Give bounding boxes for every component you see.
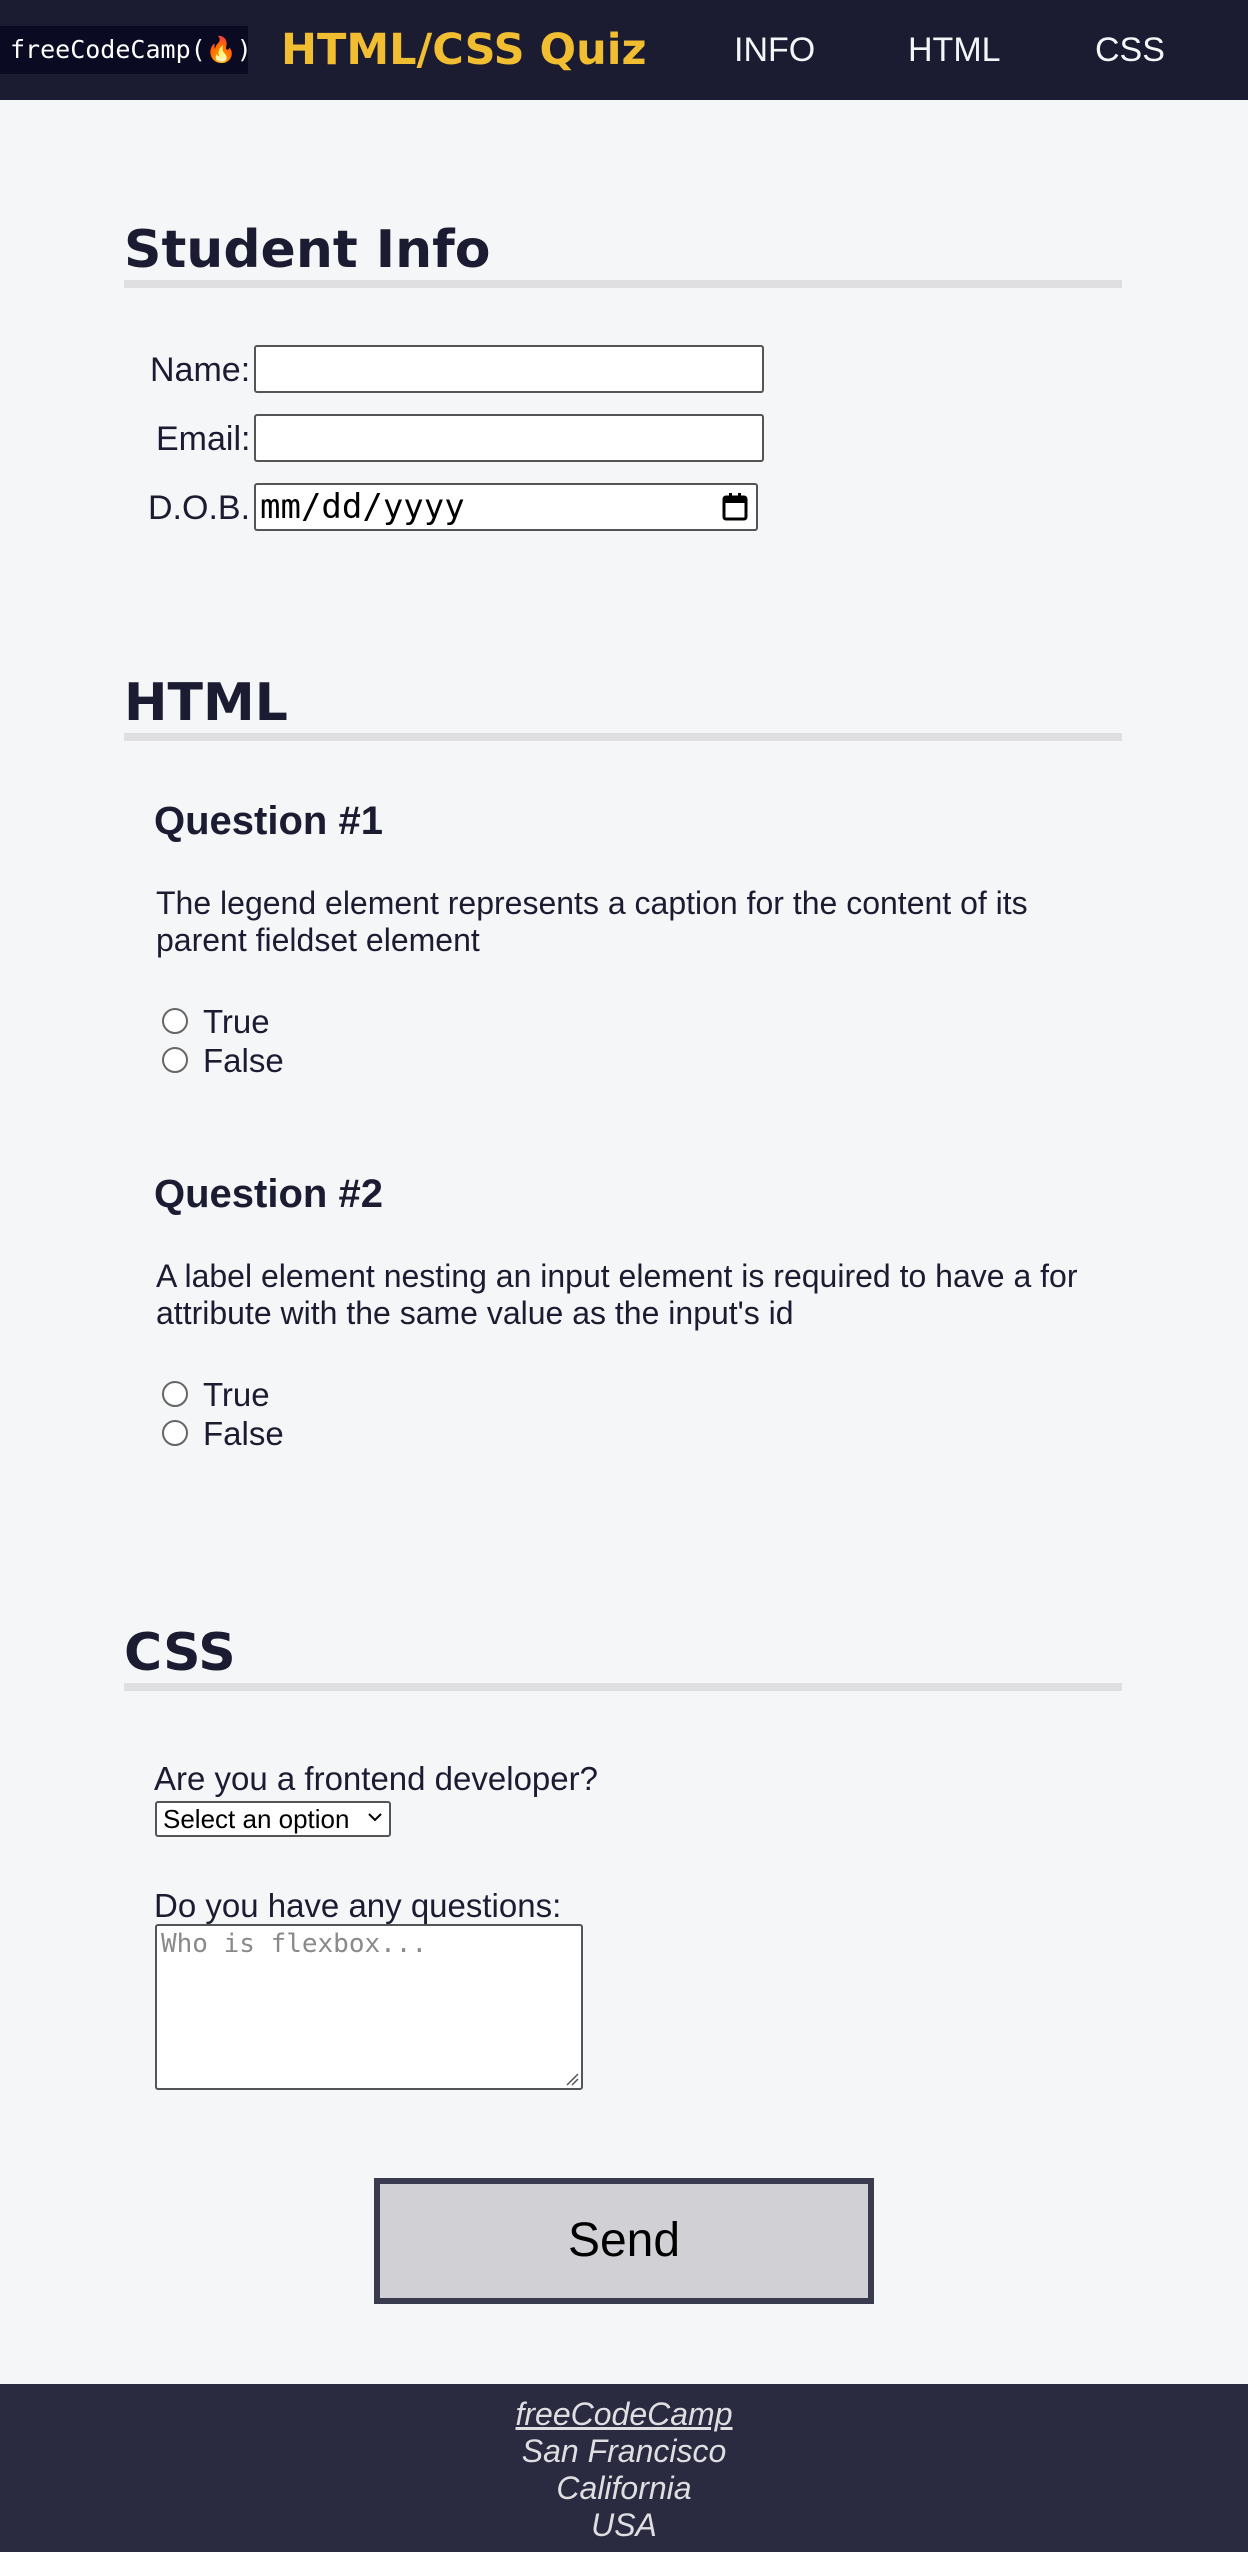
question-2-false-radio[interactable] bbox=[162, 1420, 188, 1446]
name-label: Name: bbox=[150, 351, 251, 389]
question-2-text: A label element nesting an input element… bbox=[156, 1258, 1078, 1331]
select-value: Select an option bbox=[163, 1804, 350, 1834]
footer: freeCodeCamp San Francisco California US… bbox=[0, 2384, 1248, 2552]
question-2-true-radio[interactable] bbox=[162, 1381, 188, 1407]
html-heading: HTML bbox=[124, 673, 1122, 741]
question-1-false-label[interactable]: False bbox=[203, 1042, 284, 1080]
nav-link-css[interactable]: CSS bbox=[1095, 28, 1165, 72]
dob-placeholder: mm/dd/yyyy bbox=[260, 487, 465, 527]
page-title: HTML/CSS Quiz bbox=[281, 25, 647, 75]
textarea-placeholder: Who is flexbox... bbox=[161, 1929, 428, 1959]
question-1-text: The legend element represents a caption … bbox=[156, 885, 1028, 958]
freecodecamp-logo[interactable]: freeCodeCamp(🔥) bbox=[0, 26, 252, 74]
question-1-false-radio[interactable] bbox=[162, 1047, 188, 1073]
footer-state: California bbox=[556, 2470, 692, 2506]
nav-link-html[interactable]: HTML bbox=[908, 28, 1001, 72]
top-nav: freeCodeCamp(🔥) HTML/CSS Quiz INFO HTML … bbox=[0, 0, 1248, 100]
footer-freecodecamp-link[interactable]: freeCodeCamp bbox=[516, 2396, 733, 2432]
question-2-title: Question #2 bbox=[154, 1172, 383, 1216]
frontend-question-label: Are you a frontend developer? bbox=[154, 1760, 598, 1797]
questions-textarea[interactable]: Who is flexbox... bbox=[155, 1924, 583, 2090]
frontend-select[interactable]: Select an option bbox=[155, 1801, 391, 1837]
name-input[interactable] bbox=[254, 345, 764, 393]
footer-city: San Francisco bbox=[521, 2433, 727, 2469]
question-2-false-label[interactable]: False bbox=[203, 1415, 284, 1453]
dob-label: D.O.B. bbox=[148, 489, 251, 527]
student-info-heading: Student Info bbox=[124, 220, 1122, 288]
calendar-icon[interactable] bbox=[722, 492, 748, 522]
question-1-true-radio[interactable] bbox=[162, 1008, 188, 1034]
send-button[interactable]: Send bbox=[374, 2178, 874, 2304]
css-heading: CSS bbox=[124, 1623, 1122, 1691]
nav-link-info[interactable]: INFO bbox=[734, 28, 815, 72]
footer-country: USA bbox=[591, 2507, 657, 2543]
email-label: Email: bbox=[156, 420, 251, 458]
question-1-true-label[interactable]: True bbox=[203, 1003, 270, 1041]
chevron-down-icon bbox=[368, 1813, 382, 1822]
resize-handle-icon[interactable] bbox=[565, 2072, 579, 2086]
question-2-true-label[interactable]: True bbox=[203, 1376, 270, 1414]
email-input[interactable] bbox=[254, 414, 764, 462]
dob-input[interactable]: mm/dd/yyyy bbox=[254, 483, 758, 531]
question-1-title: Question #1 bbox=[154, 799, 383, 843]
questions-label: Do you have any questions: bbox=[154, 1887, 562, 1924]
